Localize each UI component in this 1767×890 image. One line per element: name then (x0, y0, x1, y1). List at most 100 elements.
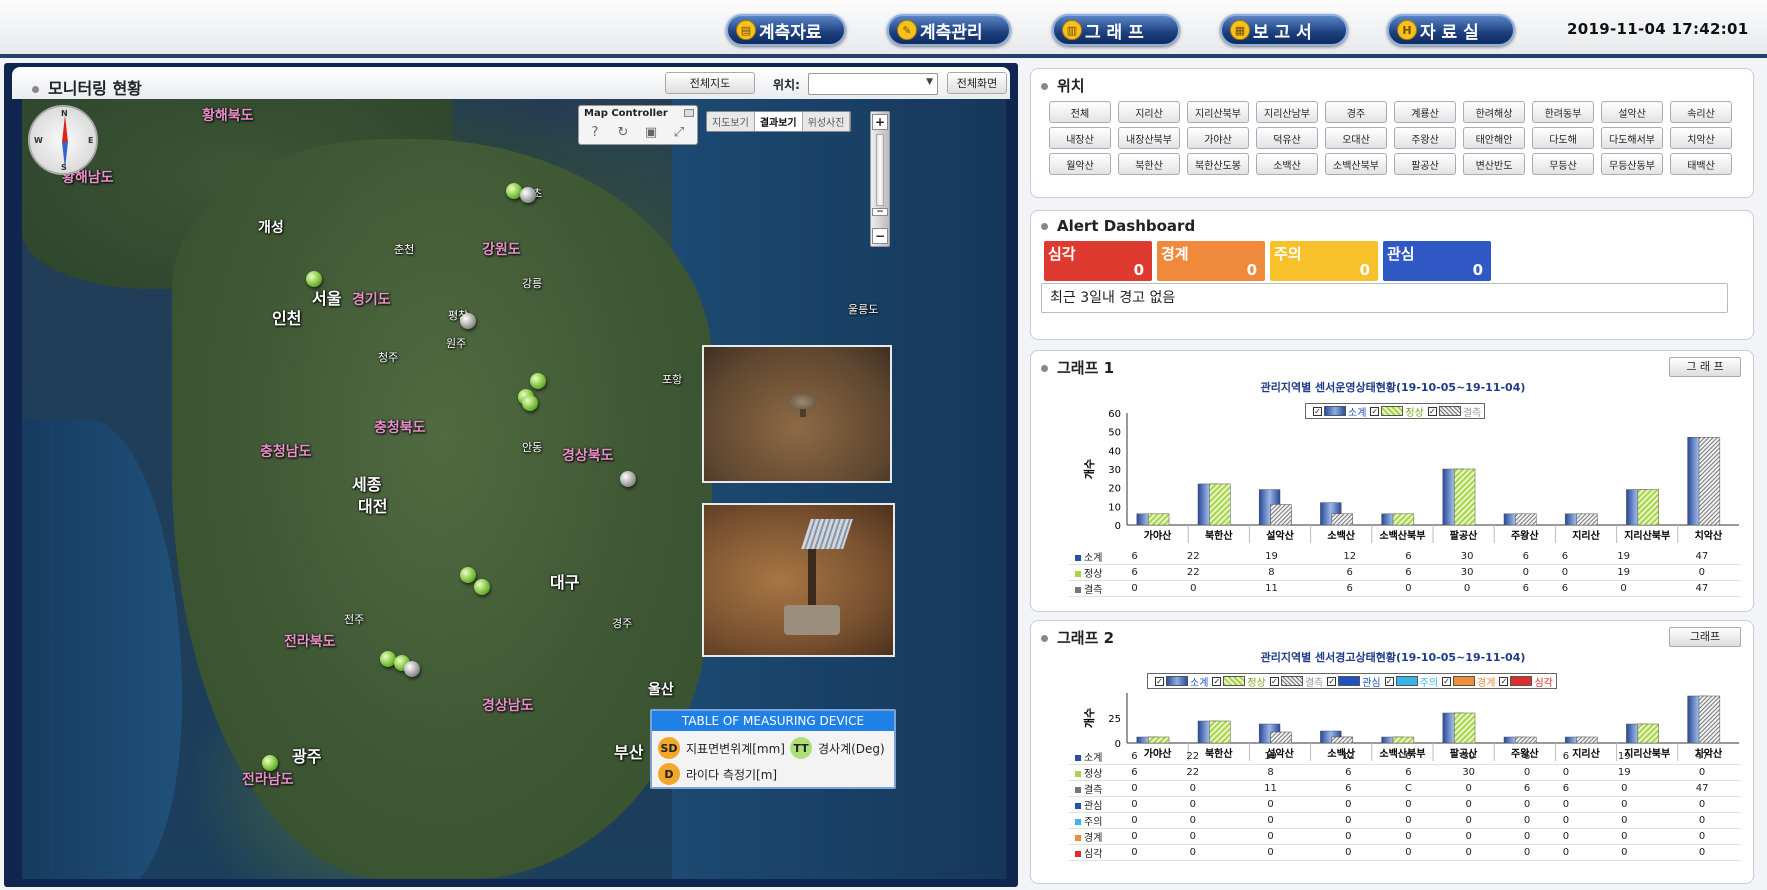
bar-결측 (1270, 504, 1292, 526)
map-place-label: 세종 (352, 475, 382, 494)
zoom-in-button[interactable]: + (872, 114, 888, 130)
sensor-photo-1[interactable] (702, 345, 892, 483)
tab-satellite-view[interactable]: 위성사진 (802, 112, 851, 131)
y-tick-label: 50 (1108, 428, 1121, 439)
location-button[interactable]: 오대산 (1325, 127, 1387, 149)
legend-item-d: D 라이다 측정기[m] (658, 763, 777, 785)
x-tick-label: 지리산북부 (1624, 529, 1670, 542)
sensor-marker-inactive[interactable] (404, 661, 420, 677)
sensor-marker-inactive[interactable] (460, 313, 476, 329)
alert-severe[interactable]: 심각 0 (1044, 241, 1152, 281)
location-button[interactable]: 소백산 (1256, 153, 1318, 175)
sensor-marker-active[interactable] (306, 271, 322, 287)
location-button[interactable]: 치악산 (1670, 127, 1732, 149)
location-button[interactable]: 주왕산 (1394, 127, 1456, 149)
table-cell: 0 (1663, 812, 1741, 829)
location-button[interactable]: 소백산북부 (1325, 153, 1387, 175)
table-cell: 30 (1427, 564, 1507, 581)
satellite-map[interactable]: 황해북도 황해남도 개성 강원도 서울 인천 경기도 충청남도 충청북도 세종 대전 전라북도 경상북도… (22, 99, 1006, 879)
location-select[interactable]: ▼ (808, 73, 938, 95)
alert-caution[interactable]: 주의 0 (1270, 241, 1378, 281)
location-button[interactable]: 내장산북부 (1118, 127, 1180, 149)
alert-attention[interactable]: 관심 0 (1383, 241, 1491, 281)
fullscreen-button[interactable]: 전체화면 (947, 72, 1007, 94)
table-cell: 6 (1507, 780, 1547, 797)
map-place-label: 서울 (312, 289, 342, 308)
y-tick-label: 0 (1115, 521, 1121, 532)
table-cell: 47 (1663, 780, 1741, 797)
location-button[interactable]: 계룡산 (1394, 101, 1456, 123)
tab-result-view[interactable]: 결과보기 (754, 112, 803, 131)
sensor-marker-inactive[interactable] (620, 471, 636, 487)
report-icon: ▦ (1230, 20, 1250, 40)
location-button[interactable]: 내장산 (1049, 127, 1111, 149)
location-button[interactable]: 무등산동부 (1601, 153, 1663, 175)
location-button[interactable]: 한려동부 (1532, 101, 1594, 123)
location-button[interactable]: 북한산 (1118, 153, 1180, 175)
table-cell: 0 (1585, 796, 1664, 813)
x-tick-label: 소백산 (1327, 529, 1355, 542)
location-button[interactable]: 태안해안 (1463, 127, 1525, 149)
location-button[interactable]: 태백산 (1670, 153, 1732, 175)
location-button[interactable]: 가야산 (1187, 127, 1249, 149)
x-tick-label: 소백산북부 (1379, 529, 1425, 542)
sensor-marker-active[interactable] (530, 373, 546, 389)
help-icon[interactable]: ? (587, 125, 603, 141)
location-button[interactable]: 팔공산 (1394, 153, 1456, 175)
zoom-out-button[interactable]: − (872, 228, 888, 244)
map-place-label: 경상북도 (562, 448, 614, 464)
location-button[interactable]: 다도해 (1532, 127, 1594, 149)
location-button[interactable]: 월악산 (1049, 153, 1111, 175)
table-cell: 0 (1387, 812, 1430, 829)
alert-warning[interactable]: 경계 0 (1157, 241, 1265, 281)
location-button[interactable]: 북한산도봉 (1187, 153, 1249, 175)
location-button[interactable]: 변산반도 (1463, 153, 1525, 175)
nav-button-graph[interactable]: ▥ 그 래 프 (1052, 14, 1180, 46)
zoom-handle[interactable]: − (872, 208, 888, 217)
location-button[interactable]: 무등산 (1532, 153, 1594, 175)
map-place-label: 개성 (258, 220, 284, 236)
fit-icon[interactable]: ⤢ (671, 125, 687, 141)
location-button[interactable]: 덕유산 (1256, 127, 1318, 149)
table-cell: 0 (1429, 812, 1508, 829)
location-button[interactable]: 다도해서부 (1601, 127, 1663, 149)
location-button[interactable]: 전체 (1049, 101, 1111, 123)
bullet-icon (1041, 83, 1048, 90)
location-button[interactable]: 경주 (1325, 101, 1387, 123)
y-tick-label: 60 (1108, 409, 1121, 420)
table-row: 주의 0 0 0 0 0 0 0 0 0 0 (1069, 812, 1741, 829)
refresh-icon[interactable]: ↻ (615, 125, 631, 141)
nav-button-report[interactable]: ▦ 보 고 서 (1220, 14, 1348, 46)
sensor-marker-active[interactable] (460, 567, 476, 583)
nav-button-archive[interactable]: H자 료 실 (1387, 14, 1515, 46)
table-cell: 0 (1546, 764, 1586, 781)
sensor-photo-2[interactable] (702, 503, 895, 657)
location-button[interactable]: 지리산북부 (1187, 101, 1249, 123)
table-cell: 0 (1429, 796, 1508, 813)
location-button[interactable]: 설악산 (1601, 101, 1663, 123)
bar-정상 (1637, 489, 1659, 526)
sensor-marker-inactive[interactable] (520, 187, 536, 203)
minimize-icon[interactable] (684, 109, 694, 117)
sensor-marker-active[interactable] (262, 755, 278, 771)
map-mode-tabs: 지도보기 결과보기 위성사진 (706, 111, 852, 132)
bar-정상 (1453, 712, 1476, 744)
table-row: 정상 6 22 8 6 6 30 0 0 19 0 (1069, 764, 1741, 781)
table-cell: 47 (1663, 749, 1741, 765)
zoom-slider[interactable]: + − − (870, 111, 890, 247)
nav-button-measure-manage[interactable]: ✎ 계측관리 (887, 14, 1011, 46)
location-button[interactable]: 지리산남부 (1256, 101, 1318, 123)
zoom-track[interactable] (876, 134, 884, 206)
full-map-button[interactable]: 전체지도 (665, 72, 755, 94)
location-button[interactable]: 지리산 (1118, 101, 1180, 123)
tab-map-view[interactable]: 지도보기 (707, 112, 755, 131)
series-name: 경계 (1084, 833, 1103, 844)
sensor-marker-active[interactable] (474, 579, 490, 595)
nav-button-measure-data[interactable]: ▤ 계측자료 (726, 14, 846, 46)
sensor-marker-active[interactable] (522, 395, 538, 411)
location-button[interactable]: 한려해상 (1463, 101, 1525, 123)
table-cell: 0 (1584, 580, 1663, 597)
save-icon[interactable]: ▣ (643, 125, 659, 141)
location-button[interactable]: 속리산 (1670, 101, 1732, 123)
table-cell: 0 (1387, 828, 1430, 845)
